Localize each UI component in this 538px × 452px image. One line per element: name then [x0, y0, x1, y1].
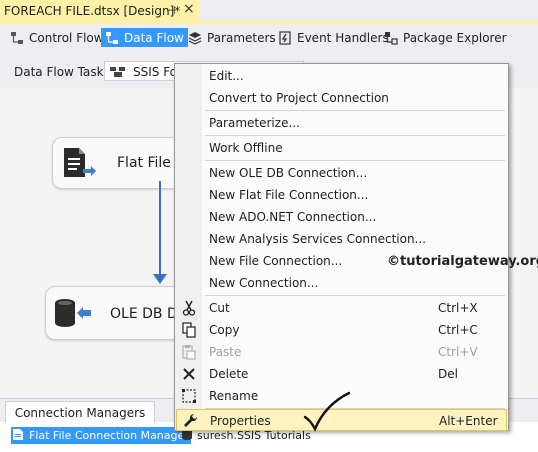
menu-item-new-connection[interactable]: New Connection...: [176, 272, 507, 294]
menu-separator: [205, 295, 505, 296]
checkmark-annotation-icon: [303, 391, 351, 436]
menu-item-label: Rename: [209, 389, 259, 403]
menu-item-convert-to-project-connection[interactable]: Convert to Project Connection: [176, 87, 507, 109]
parameters-icon: [188, 31, 202, 45]
menu-item-label: Paste: [209, 345, 242, 359]
wrench-icon: [182, 413, 198, 429]
menu-item-label: Convert to Project Connection: [209, 91, 389, 105]
control-flow-icon: [10, 31, 24, 45]
menu-item-delete[interactable]: Delete Del: [176, 363, 507, 385]
data-flow-icon: [105, 31, 119, 45]
menu-item-label: New Analysis Services Connection...: [209, 232, 427, 246]
menu-item-paste[interactable]: Paste Ctrl+V: [176, 341, 507, 363]
watermark: ©tutorialgateway.org: [387, 254, 538, 269]
connection-managers-tab-label: Connection Managers: [14, 405, 146, 420]
designer-tabs: Control Flow Data Flow Parameters Event …: [0, 24, 538, 51]
menu-item-new-analysis-services-connection[interactable]: New Analysis Services Connection...: [176, 228, 507, 250]
copy-icon: [181, 322, 197, 338]
menu-item-shortcut: Alt+Enter: [439, 414, 498, 428]
menu-item-label: New OLE DB Connection...: [209, 166, 368, 180]
data-path-line[interactable]: [159, 181, 161, 276]
component-label: Flat File: [117, 155, 171, 171]
menu-item-label: Parameterize...: [209, 116, 300, 130]
menu-item-copy[interactable]: Copy Ctrl+C: [176, 319, 507, 341]
pin-icon[interactable]: ⊣: [166, 4, 176, 17]
delete-x-icon: [181, 366, 197, 382]
document-tab-title: FOREACH FILE.dtsx [Design]*: [4, 4, 181, 18]
ole-db-destination-icon: [53, 297, 93, 334]
tab-control-flow[interactable]: Control Flow: [6, 28, 108, 47]
menu-item-label: Edit...: [209, 69, 244, 83]
menu-item-parameterize[interactable]: Parameterize...: [176, 112, 507, 134]
menu-item-new-ado-net-connection[interactable]: New ADO.NET Connection...: [176, 206, 507, 228]
rename-icon: [181, 388, 197, 404]
menu-separator: [205, 110, 505, 111]
data-flow-task-icon: [109, 65, 127, 81]
package-explorer-icon: [384, 31, 398, 45]
menu-item-label: Copy: [209, 323, 240, 337]
menu-item-shortcut: Ctrl+X: [438, 301, 478, 315]
tab-package-explorer[interactable]: Package Explorer: [380, 28, 511, 47]
menu-item-label: Properties: [210, 414, 271, 428]
close-icon[interactable]: ×: [183, 2, 195, 16]
tab-label: Parameters: [207, 30, 276, 45]
data-flow-task-label: Data Flow Task:: [14, 65, 108, 79]
tab-label: Data Flow: [124, 30, 184, 45]
menu-item-shortcut: Del: [438, 367, 458, 381]
menu-item-cut[interactable]: Cut Ctrl+X: [176, 297, 507, 319]
menu-item-label: New Connection...: [209, 276, 319, 290]
menu-item-edit[interactable]: Edit...: [176, 65, 507, 87]
menu-item-label: New ADO.NET Connection...: [209, 210, 377, 224]
menu-separator: [205, 135, 505, 136]
menu-item-work-offline[interactable]: Work Offline: [176, 137, 507, 159]
document-tab-strip: FOREACH FILE.dtsx [Design]* ⊣ ×: [0, 0, 538, 21]
menu-item-label: Cut: [209, 301, 230, 315]
tab-label: Package Explorer: [403, 30, 507, 45]
menu-item-label: New File Connection...: [209, 254, 343, 268]
tab-connection-managers[interactable]: Connection Managers: [5, 401, 155, 423]
menu-item-new-ole-db-connection[interactable]: New OLE DB Connection...: [176, 162, 507, 184]
tab-parameters[interactable]: Parameters: [184, 28, 280, 47]
menu-item-label: Work Offline: [209, 141, 283, 155]
data-path-arrowhead: [153, 274, 167, 284]
scissors-icon: [181, 300, 197, 316]
flat-file-source-component[interactable]: Flat File: [52, 137, 192, 189]
menu-item-new-flat-file-connection[interactable]: New Flat File Connection...: [176, 184, 507, 206]
flat-file-connection-icon: [11, 428, 25, 444]
paste-icon: [181, 344, 197, 360]
ole-db-destination-component[interactable]: OLE DB D: [45, 286, 195, 340]
menu-item-shortcut: Ctrl+C: [438, 323, 478, 337]
flat-file-source-icon: [61, 147, 97, 184]
tab-event-handlers[interactable]: Event Handlers: [274, 28, 393, 47]
context-menu: Edit... Convert to Project Connection Pa…: [174, 63, 509, 432]
event-handlers-icon: [278, 30, 292, 45]
menu-separator: [205, 160, 505, 161]
document-tab[interactable]: FOREACH FILE.dtsx [Design]* ⊣ ×: [0, 0, 200, 21]
tab-label: Control Flow: [29, 30, 104, 45]
connection-manager-label: Flat File Connection Manager: [29, 429, 189, 442]
menu-item-label: New Flat File Connection...: [209, 188, 369, 202]
tab-data-flow[interactable]: Data Flow: [101, 28, 188, 47]
menu-item-label: Delete: [209, 367, 249, 381]
menu-item-shortcut: Ctrl+V: [438, 345, 478, 359]
tab-label: Event Handlers: [297, 30, 389, 45]
connection-manager-item[interactable]: Flat File Connection Manager: [11, 427, 191, 444]
component-label: OLE DB D: [110, 306, 178, 322]
